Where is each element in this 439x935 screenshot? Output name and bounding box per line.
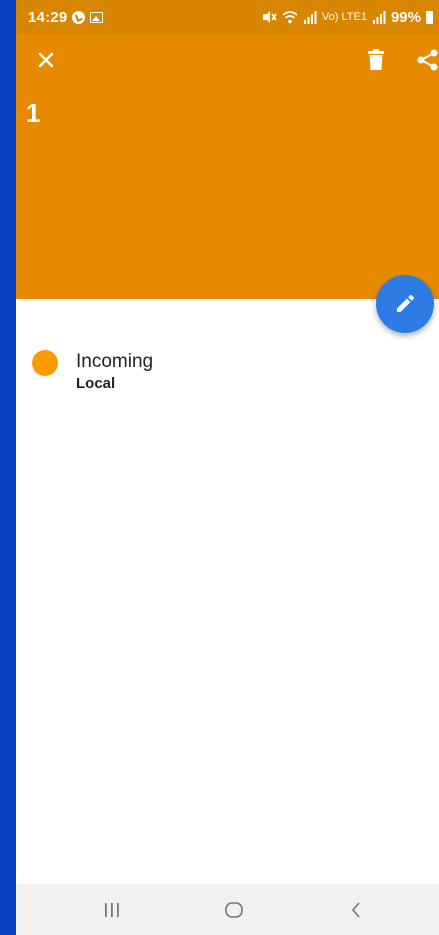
list-item[interactable]: Incoming Local — [16, 346, 439, 402]
app-screen: 14:29 Vo) LTE1 99% 1 Incoming Local — [16, 0, 439, 935]
signal-icon-2 — [372, 10, 386, 24]
list-item-title: Incoming — [76, 351, 154, 372]
status-left: 14:29 — [28, 8, 104, 26]
navigation-bar — [16, 884, 439, 935]
battery-icon — [426, 10, 433, 24]
whatsapp-icon — [72, 10, 86, 24]
lte-label: Vo) LTE1 — [321, 11, 367, 23]
status-time: 14:29 — [28, 8, 68, 26]
signal-icon — [303, 10, 317, 24]
close-button[interactable] — [30, 44, 62, 76]
pencil-icon — [397, 294, 415, 312]
header: 1 — [16, 34, 439, 299]
status-right: Vo) LTE1 99% — [261, 9, 433, 26]
share-icon — [417, 49, 438, 71]
recents-icon — [105, 902, 119, 917]
close-icon — [38, 52, 54, 68]
home-icon — [225, 901, 243, 918]
color-dot — [32, 350, 58, 376]
back-button[interactable] — [326, 884, 386, 935]
recents-button[interactable] — [82, 884, 142, 935]
edit-button[interactable] — [376, 275, 434, 333]
home-button[interactable] — [204, 884, 264, 935]
share-button[interactable] — [412, 44, 439, 76]
mute-icon — [262, 11, 277, 23]
delete-button[interactable] — [360, 44, 392, 76]
status-bar: 14:29 Vo) LTE1 99% — [16, 0, 439, 34]
back-icon — [351, 901, 360, 918]
list-item-texts: Incoming Local — [76, 346, 153, 394]
battery-percent: 99% — [390, 8, 421, 26]
wifi-icon — [282, 10, 298, 23]
trash-icon — [368, 49, 384, 70]
gallery-icon — [90, 11, 104, 23]
list-item-subtitle: Local — [76, 375, 116, 392]
page-title: 1 — [26, 98, 41, 128]
